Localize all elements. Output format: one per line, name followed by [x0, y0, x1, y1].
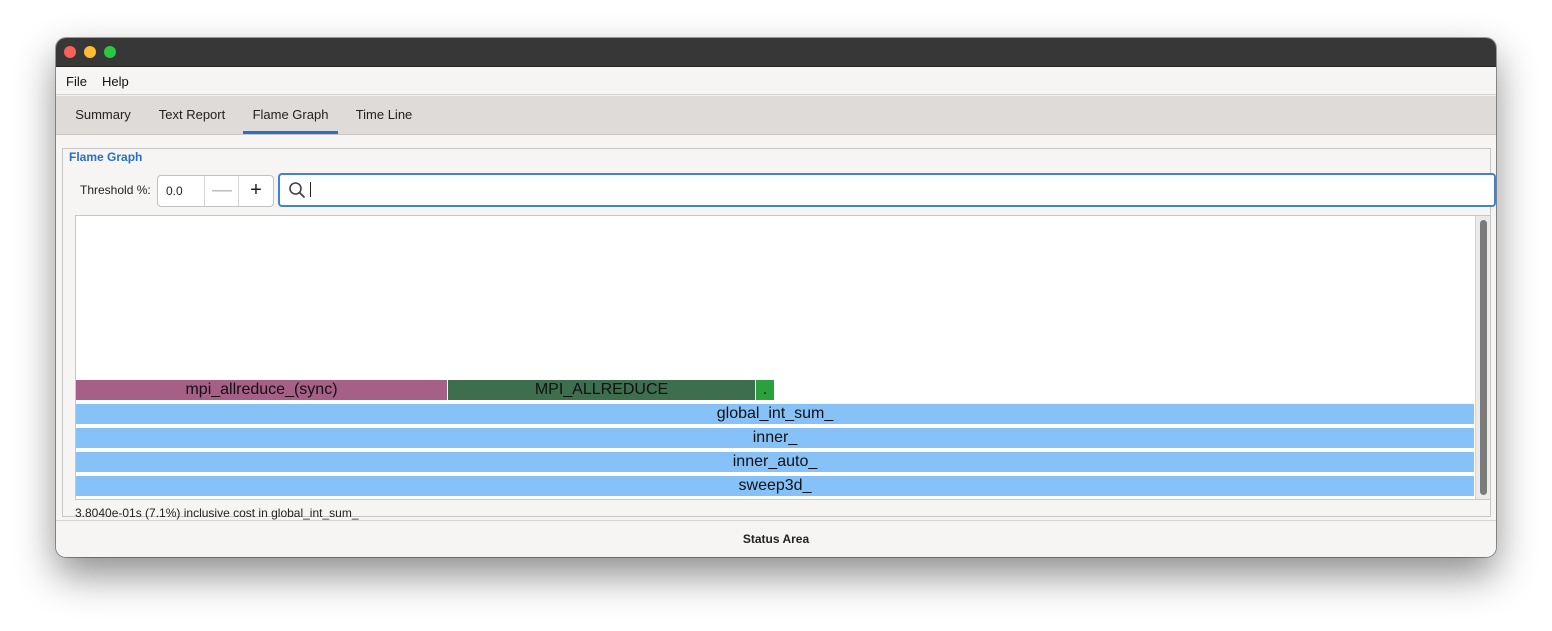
title-bar	[56, 38, 1496, 67]
group-title: Flame Graph	[69, 150, 145, 164]
scrollbar-thumb[interactable]	[1480, 220, 1487, 495]
flame-frame[interactable]: .	[756, 380, 774, 400]
tab-time-line[interactable]: Time Line	[346, 96, 422, 134]
threshold-spinbox[interactable]: 0.0 — +	[157, 175, 274, 207]
flame-frame[interactable]: sweep3d_	[76, 476, 1474, 496]
minimize-window-button[interactable]	[84, 46, 96, 58]
search-icon	[289, 182, 305, 198]
flame-frame[interactable]: MPI_ALLREDUCE	[448, 380, 755, 400]
tab-text-report[interactable]: Text Report	[150, 96, 234, 134]
menu-file[interactable]: File	[66, 74, 87, 89]
cost-info: 3.8040e-01s (7.1%) inclusive cost in glo…	[75, 506, 359, 520]
plus-icon[interactable]: +	[238, 176, 273, 206]
app-window: File Help Summary Text Report Flame Grap…	[56, 38, 1496, 557]
flame-frame[interactable]: inner_	[76, 428, 1474, 448]
menu-help[interactable]: Help	[102, 74, 129, 89]
flame-graph-group: Flame Graph Threshold %: 0.0 — + sweep3d…	[62, 148, 1496, 520]
flame-frame[interactable]: mpi_allreduce_(sync)	[76, 380, 447, 400]
tab-summary[interactable]: Summary	[64, 96, 142, 134]
vertical-scrollbar[interactable]	[1475, 216, 1490, 499]
search-input[interactable]	[278, 173, 1496, 207]
maximize-window-button[interactable]	[104, 46, 116, 58]
tab-bar: Summary Text Report Flame Graph Time Lin…	[56, 96, 1496, 135]
flame-graph-panel: Flame Graph Threshold %: 0.0 — + sweep3d…	[56, 135, 1496, 520]
minus-icon[interactable]: —	[204, 176, 239, 206]
flame-frame[interactable]: global_int_sum_	[76, 404, 1474, 424]
flame-frame[interactable]: inner_auto_	[76, 452, 1474, 472]
flame-graph-canvas[interactable]: sweep3d_ inner_auto_ inner_ global_int_sum_…	[75, 215, 1491, 500]
threshold-label: Threshold %:	[80, 183, 151, 197]
text-caret	[310, 182, 311, 197]
status-area: Status Area	[56, 520, 1496, 557]
menu-bar: File Help	[56, 67, 1496, 95]
close-window-button[interactable]	[64, 46, 76, 58]
tab-flame-graph[interactable]: Flame Graph	[243, 96, 338, 134]
threshold-value[interactable]: 0.0	[166, 184, 183, 198]
